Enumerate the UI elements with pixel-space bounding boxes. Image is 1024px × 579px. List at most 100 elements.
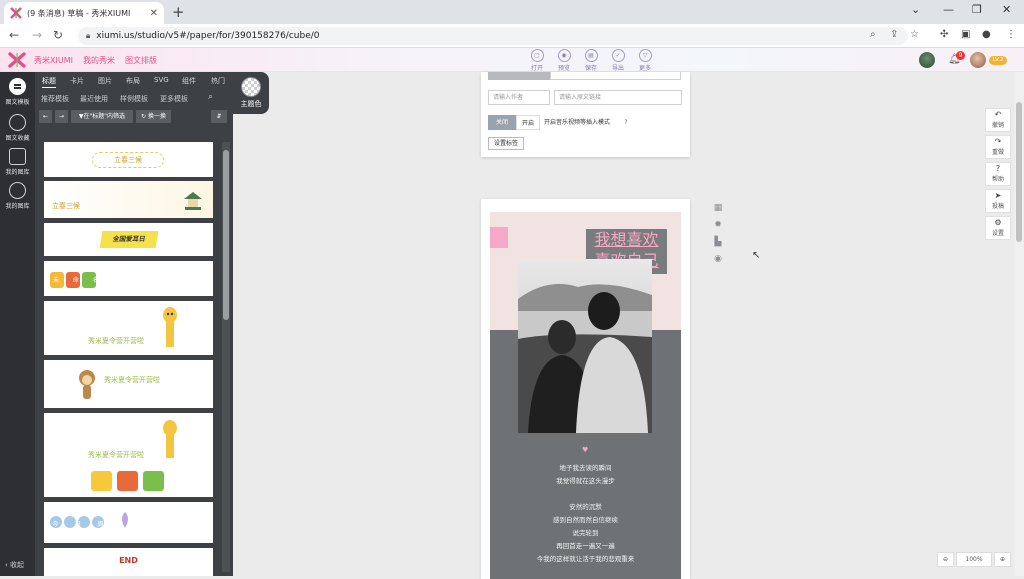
help-button[interactable]: ? 帮助 [985, 162, 1011, 186]
control-bar: ← → ▼在"标题"内筛选 ↻ 换一换 ⇵ [39, 110, 229, 124]
template-card[interactable]: 立春三候 [44, 181, 213, 218]
eye-icon[interactable]: ◉ [712, 254, 724, 264]
share-icon[interactable]: ⇪ [890, 29, 898, 40]
subtab-recommended[interactable]: 推荐模板 [41, 94, 69, 104]
poster-paragraph-1[interactable]: 地子我去读的瞬间 我觉得就在这头漫步 [490, 462, 681, 488]
zoom-out-icon[interactable]: ⊖ [937, 552, 954, 567]
nav-my-xiumi[interactable]: 我的秀米 [83, 55, 115, 66]
level-badge: LV.2 [989, 56, 1007, 65]
maximize-icon[interactable]: ❐ [972, 3, 982, 16]
template-card[interactable]: 今 日 周 末 [44, 502, 213, 543]
submit-icon: ➤ [994, 191, 1002, 200]
tab-title[interactable]: 标题 [42, 76, 56, 88]
lock-icon: 🔒︎ [86, 31, 91, 40]
rail-item-templates[interactable]: 图文模板 [0, 78, 35, 106]
template-card[interactable]: 秀米夏令营开营啦 [44, 413, 213, 497]
new-tab-icon[interactable]: + [172, 3, 185, 21]
save-button[interactable]: ▤ 保存 [580, 49, 602, 72]
layout-grid-icon[interactable]: ▦ [712, 203, 724, 213]
extensions-icon[interactable]: ✣ [940, 29, 948, 40]
set-title-button[interactable]: 设置标签 [488, 137, 524, 150]
next-icon[interactable]: → [55, 110, 68, 123]
browser-tab-strip: (9 条消息) 草稿 - 秀米XIUMI ✕ + ⌄ — ❐ ✕ [0, 0, 1024, 24]
xiumi-logo-icon[interactable] [8, 52, 26, 68]
zoom-in-icon[interactable]: ⊕ [994, 552, 1011, 567]
template-card[interactable]: END [44, 548, 213, 576]
shuffle-button[interactable]: ↻ 换一换 [136, 110, 171, 123]
panel-scroll-thumb[interactable] [223, 150, 229, 320]
tab-layout[interactable]: 布局 [126, 76, 140, 86]
subtab-recent[interactable]: 最近使用 [80, 94, 108, 104]
summary-input[interactable] [550, 72, 681, 80]
tab-component[interactable]: 组件 [182, 76, 196, 86]
filter-button[interactable]: ▼在"标题"内筛选 [71, 110, 133, 123]
origin-link-input[interactable]: 请输入原文链接 [554, 90, 682, 105]
template-buttons [91, 471, 164, 491]
template-text: 秀米夏令营开营啦 [104, 376, 160, 384]
subtab-samples[interactable]: 样例模板 [120, 94, 148, 104]
sort-icon[interactable]: ⇵ [211, 110, 227, 123]
template-card[interactable]: 秀米夏令营开营啦 [44, 360, 213, 408]
settings-button[interactable]: ⚙ 设置 [985, 216, 1011, 240]
url-text: xiumi.us/studio/v5#/paper/for/390158276/… [96, 31, 320, 41]
toggle-on-button[interactable]: 开启 [516, 115, 540, 130]
zoom-icon[interactable]: ⌕ [870, 29, 876, 40]
submit-button[interactable]: ➤ 投稿 [985, 189, 1011, 213]
theme-color-button[interactable]: 主题色 [233, 72, 269, 114]
more-button[interactable]: ▽ 更多 [634, 49, 656, 72]
address-bar[interactable]: 🔒︎ xiumi.us/studio/v5#/paper/for/3901582… [78, 27, 919, 45]
tab-image[interactable]: 图片 [98, 76, 112, 86]
monkey-icon [79, 370, 95, 399]
rail-item-gallery[interactable]: 我的图库 [0, 148, 35, 176]
close-tab-icon[interactable]: ✕ [150, 8, 158, 19]
collapse-button[interactable]: ‹ 收起 [5, 560, 24, 570]
couple-photo[interactable] [518, 259, 652, 433]
nav-layout[interactable]: 图文排版 [125, 55, 157, 66]
forward-icon[interactable]: → [32, 28, 42, 42]
user-avatar[interactable] [970, 52, 986, 68]
page-scrollbar[interactable] [1014, 72, 1024, 576]
template-card[interactable]: 秀米夏令营开营啦 [44, 301, 213, 355]
tab-hot[interactable]: 热门 [211, 76, 225, 86]
bookmark-star-icon[interactable]: ☆ [910, 29, 919, 40]
rail-item-favorites[interactable]: 图文收藏 [0, 114, 35, 142]
stats-chart-icon[interactable]: ▙ [712, 237, 724, 247]
minimize-icon[interactable]: — [943, 3, 954, 16]
search-icon[interactable]: ⌕ [208, 92, 213, 102]
poster-paragraph-2[interactable]: 安然的沉默 感到自然而然自信继续 说完轮到 再回首走一遍又一遍 今我的这样就让活… [490, 501, 681, 566]
notification-badge: 9 [956, 51, 965, 60]
template-card[interactable]: 立春三候 [44, 142, 213, 177]
template-card[interactable]: 全国爱耳日 [44, 223, 213, 256]
image-icon [9, 182, 26, 199]
browser-menu-icon[interactable]: ⋮ [1006, 29, 1016, 40]
sidepanel-icon[interactable]: ▣ [961, 29, 970, 40]
tab-svg[interactable]: SVG [154, 76, 169, 84]
tab-card[interactable]: 卡片 [70, 76, 84, 86]
help-icon[interactable]: ? [622, 115, 630, 130]
export-button[interactable]: ✓ 导出 [607, 49, 629, 72]
profile-icon[interactable]: ● [982, 29, 991, 40]
team-avatar[interactable] [919, 52, 935, 68]
close-window-icon[interactable]: ✕ [1002, 3, 1011, 16]
toggle-off-button[interactable]: 关闭 [488, 115, 516, 130]
undo-button[interactable]: ↶ 撤销 [985, 108, 1011, 132]
settings-gear-icon[interactable]: ✹ [712, 220, 724, 230]
open-button[interactable]: ▢ 打开 [526, 49, 548, 72]
prev-icon[interactable]: ← [39, 110, 52, 123]
preview-button[interactable]: ◉ 预览 [553, 49, 575, 72]
page-scroll-thumb[interactable] [1016, 102, 1022, 242]
redo-button[interactable]: ↷ 重做 [985, 135, 1011, 159]
brand-name[interactable]: 秀米XIUMI [34, 55, 73, 66]
preview-icon: ◉ [557, 49, 571, 62]
template-card[interactable]: 未 命 名 [44, 261, 213, 296]
poster[interactable]: 我想喜欢 喜欢自己 ♥ 地子我去读的瞬间 我觉得就在这头漫步 安然的沉默 感到自… [490, 212, 681, 579]
zoom-level[interactable]: 100% [956, 552, 992, 567]
author-input[interactable]: 请输入作者 [488, 90, 550, 105]
rail-item-my-images[interactable]: 我的图库 [0, 182, 35, 210]
browser-tab[interactable]: (9 条消息) 草稿 - 秀米XIUMI ✕ [4, 2, 164, 24]
subtab-more[interactable]: 更多模板 [160, 94, 188, 104]
panel-scrollbar[interactable] [222, 142, 230, 572]
tab-search-icon[interactable]: ⌄ [911, 3, 920, 16]
back-icon[interactable]: ← [9, 28, 19, 42]
reload-icon[interactable]: ↻ [53, 28, 63, 42]
